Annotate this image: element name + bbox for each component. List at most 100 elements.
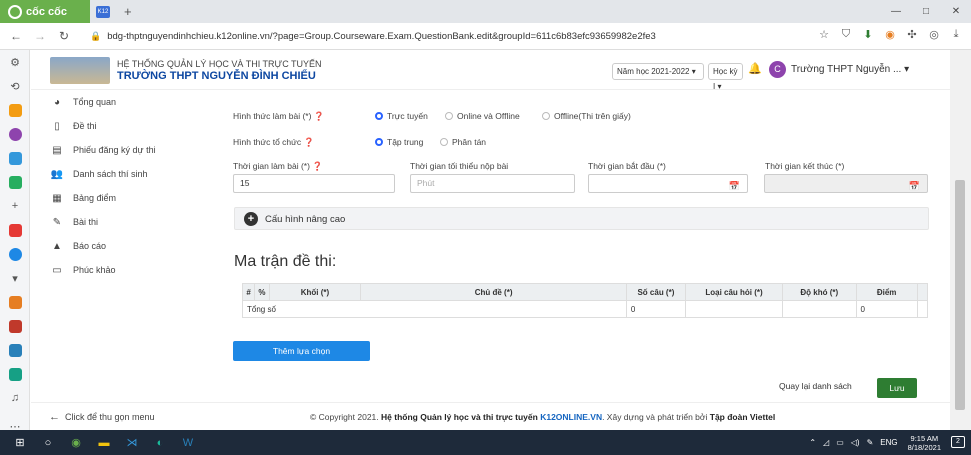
file-icon: ▯ bbox=[54, 120, 60, 132]
sidebar-item-label: Bảng điểm bbox=[73, 193, 117, 203]
option-label: Phân tán bbox=[452, 137, 487, 147]
language-indicator[interactable]: ENG bbox=[880, 438, 897, 447]
download-icon[interactable]: ⬇ bbox=[857, 28, 879, 41]
youtube-icon[interactable] bbox=[0, 218, 30, 242]
clock-time: 9:15 AM bbox=[910, 433, 939, 443]
scrollbar-thumb[interactable] bbox=[955, 180, 965, 410]
game-controller-icon[interactable] bbox=[0, 362, 30, 386]
org-option-distributed[interactable]: Phân tán bbox=[440, 137, 486, 147]
sidebar-item-label: Danh sách thí sinh bbox=[73, 169, 148, 179]
page-scrollbar[interactable] bbox=[950, 50, 971, 430]
new-tab-button[interactable]: + bbox=[124, 4, 132, 19]
sidebar-item-overview[interactable]: ◕ Tổng quan bbox=[31, 90, 213, 114]
search-icon[interactable]: ○ bbox=[34, 430, 62, 455]
star-icon[interactable]: ☆ bbox=[813, 28, 835, 41]
total-count-cell: 0 bbox=[625, 300, 687, 318]
calendar-icon[interactable]: 📅 bbox=[729, 178, 740, 195]
download-bar-icon[interactable]: ▾ bbox=[0, 266, 30, 290]
shop-icon[interactable] bbox=[0, 290, 30, 314]
table-header-row: # % Khối (*) Chủ đề (*) Số câu (*) Loại … bbox=[241, 283, 929, 301]
word-icon[interactable]: W bbox=[174, 430, 202, 455]
chart-icon: ▲ bbox=[52, 240, 62, 252]
history-icon[interactable]: ⟲ bbox=[0, 74, 30, 98]
extension-icon[interactable]: ◉ bbox=[879, 28, 901, 41]
radio-icon bbox=[542, 112, 550, 120]
sidebar-item-tests[interactable]: ✎ Bài thi bbox=[31, 210, 213, 234]
crown-icon[interactable] bbox=[0, 98, 30, 122]
shield-icon[interactable]: ⛉ bbox=[835, 28, 857, 41]
edge-icon[interactable]: ◐ bbox=[146, 430, 174, 455]
duration-input[interactable]: 15 bbox=[233, 174, 395, 193]
close-button[interactable]: ✕ bbox=[941, 6, 971, 17]
browser-tab[interactable]: K12 bbox=[96, 5, 110, 18]
windows-start-icon[interactable]: ⊞ bbox=[6, 430, 34, 455]
arrow-left-icon: ← bbox=[49, 411, 60, 423]
game-icon[interactable] bbox=[0, 170, 30, 194]
profile-icon[interactable]: ◎ bbox=[923, 28, 945, 41]
minimize-button[interactable]: — bbox=[881, 6, 911, 17]
clock[interactable]: 9:15 AM 8/18/2021 bbox=[908, 434, 941, 452]
volume-icon[interactable]: ◁) bbox=[851, 438, 860, 447]
help-icon[interactable]: ❓ bbox=[312, 161, 323, 171]
org-label-text: Hình thức tổ chức bbox=[233, 137, 302, 147]
file-explorer-icon[interactable]: ▬ bbox=[90, 430, 118, 455]
os-taskbar: ⊞ ○ ◉ ▬ ⋊ ◐ W ⌃ ◿ ▭ ◁) ✎ ENG 9:15 AM 8/1… bbox=[0, 430, 971, 455]
settings-icon[interactable]: ⚙ bbox=[0, 50, 30, 74]
forward-icon[interactable]: → bbox=[28, 29, 52, 43]
sidebar-item-label: Phúc khảo bbox=[73, 265, 116, 275]
sale-icon[interactable] bbox=[0, 338, 30, 362]
puzzle-icon[interactable]: ✣ bbox=[901, 28, 923, 41]
dictionary-icon[interactable] bbox=[0, 146, 30, 170]
org-option-central[interactable]: Tập trung bbox=[375, 137, 423, 147]
table-cell bbox=[685, 300, 783, 318]
notification-center-icon[interactable]: 2 bbox=[951, 436, 965, 448]
page-footer: ← Click để thu gọn menu © Copyright 2021… bbox=[31, 402, 950, 430]
edit-icon: ✎ bbox=[52, 216, 62, 228]
vscode-icon[interactable]: ⋊ bbox=[118, 430, 146, 455]
collapse-menu-button[interactable]: ← Click để thu gọn menu bbox=[49, 411, 155, 423]
advanced-config-toggle[interactable]: + Cấu hình nâng cao bbox=[234, 207, 929, 230]
save-button[interactable]: Lưu bbox=[877, 378, 917, 398]
user-menu[interactable]: Trường THPT Nguyễn ... ▾ bbox=[791, 64, 909, 75]
chevron-up-icon[interactable]: ⌃ bbox=[809, 438, 816, 447]
school-name[interactable]: TRƯỜNG THPT NGUYỄN ĐÌNH CHIỂU bbox=[117, 70, 316, 82]
min-submit-input[interactable]: Phút bbox=[410, 174, 575, 193]
copyright-brand[interactable]: K12ONLINE.VN bbox=[540, 412, 602, 422]
sidebar-item-exams[interactable]: ▯ Đề thi bbox=[31, 114, 213, 138]
avatar[interactable]: C bbox=[769, 61, 786, 78]
start-time-input[interactable]: 📅 bbox=[588, 174, 748, 193]
browser-brand[interactable]: cốc cốc bbox=[0, 0, 90, 23]
bell-icon[interactable]: 🔔 bbox=[748, 62, 762, 75]
sidebar-item-review[interactable]: ▭ Phúc khảo bbox=[31, 258, 213, 282]
maximize-button[interactable]: □ bbox=[911, 6, 941, 17]
plus-circle-icon: + bbox=[244, 212, 258, 226]
sidebar-item-registration[interactable]: ▤ Phiếu đăng ký dự thi bbox=[31, 138, 213, 162]
reload-icon[interactable]: ↻ bbox=[52, 29, 76, 43]
sidebar-item-scores[interactable]: ▦ Bảng điểm bbox=[31, 186, 213, 210]
facebook-icon[interactable] bbox=[0, 242, 30, 266]
vtv-icon[interactable] bbox=[0, 314, 30, 338]
address-bar: ← → ↻ 🔒 bdg-thptnguyendinhchieu.k12onlin… bbox=[0, 23, 971, 50]
battery-icon[interactable]: ▭ bbox=[836, 438, 844, 447]
add-icon[interactable]: + bbox=[0, 194, 30, 218]
network-icon[interactable]: ◿ bbox=[823, 438, 829, 447]
exam-mode-option-offline[interactable]: Offline(Thi trên giấy) bbox=[542, 111, 631, 121]
messenger-icon[interactable] bbox=[0, 122, 30, 146]
help-icon[interactable]: ❓ bbox=[314, 111, 325, 121]
pen-icon[interactable]: ✎ bbox=[867, 438, 874, 447]
exam-mode-option-mixed[interactable]: Online và Offline bbox=[445, 111, 520, 121]
back-to-list-button[interactable]: Quay lại danh sách bbox=[779, 381, 852, 391]
coccoc-taskbar-icon[interactable]: ◉ bbox=[62, 430, 90, 455]
notification-icon[interactable]: ♫ bbox=[0, 386, 30, 410]
semester-select[interactable]: Học kỳ I ▾ bbox=[708, 63, 743, 91]
add-option-button[interactable]: Thêm lựa chọn bbox=[233, 341, 370, 361]
sidebar-item-candidates[interactable]: 👥 Danh sách thí sinh bbox=[31, 162, 213, 186]
downloads-tray-icon[interactable]: ⤓ bbox=[945, 28, 967, 41]
back-icon[interactable]: ← bbox=[4, 29, 28, 43]
help-icon[interactable]: ❓ bbox=[303, 137, 314, 147]
url-input[interactable]: bdg-thptnguyendinhchieu.k12online.vn/?pa… bbox=[107, 31, 656, 42]
duration-label-text: Thời gian làm bài (*) bbox=[233, 161, 310, 171]
exam-mode-option-online[interactable]: Trực tuyến bbox=[375, 111, 428, 121]
school-year-select[interactable]: Năm học 2021-2022 ▾ bbox=[612, 63, 704, 80]
sidebar-item-reports[interactable]: ▲ Báo cáo bbox=[31, 234, 213, 258]
